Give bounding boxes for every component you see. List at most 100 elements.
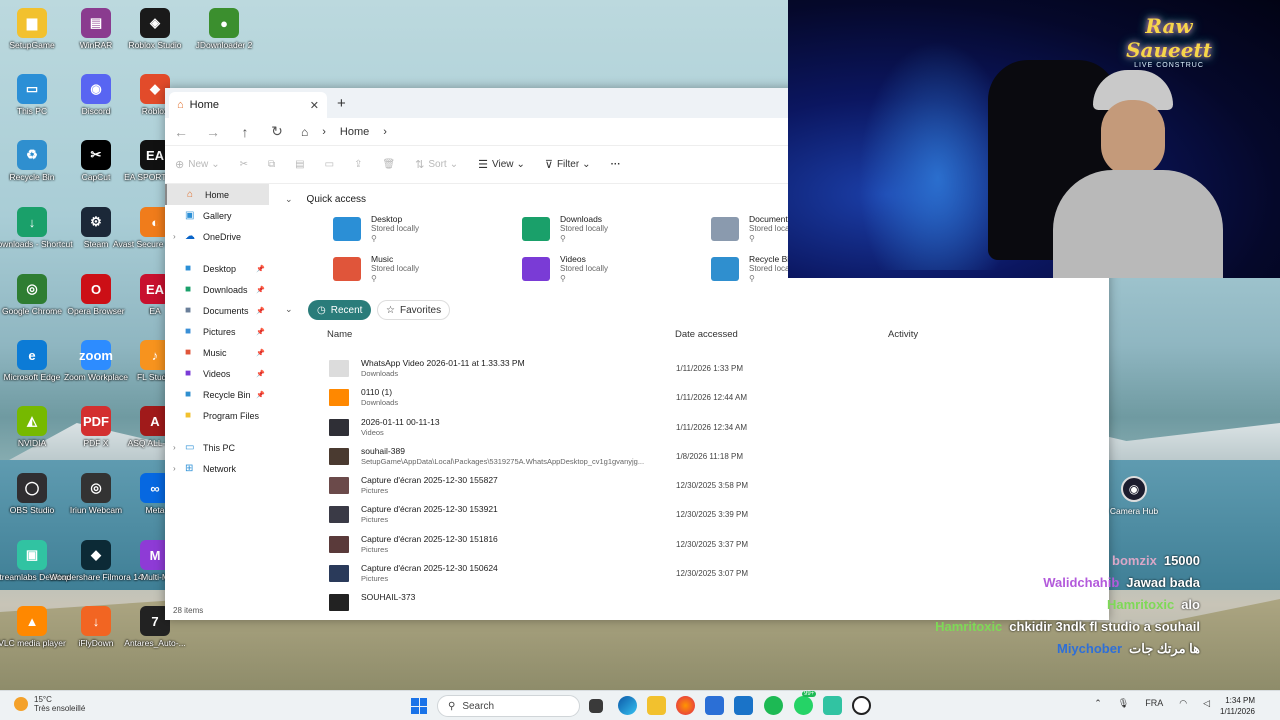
copy-icon[interactable]: ⧉ bbox=[268, 159, 275, 170]
pin-icon[interactable]: 📌 bbox=[256, 307, 265, 315]
outlook-taskbar-icon[interactable] bbox=[734, 696, 753, 715]
desktop-icon-setupgame[interactable]: ▆ SetupGame bbox=[0, 8, 64, 50]
quick-access-header[interactable]: ⌄ Quick access bbox=[285, 194, 366, 205]
desktop-icon-jdownloader-2[interactable]: ● JDownloader 2 bbox=[192, 8, 256, 50]
desktop-icon-nvidia[interactable]: ◭ NVIDIA bbox=[0, 406, 64, 448]
sidebar-item-documents[interactable]: ■ Documents 📌 bbox=[165, 300, 269, 321]
sidebar-item-onedrive[interactable]: › ☁ OneDrive bbox=[165, 226, 269, 247]
pin-icon[interactable]: 📌 bbox=[256, 370, 265, 378]
filter-button[interactable]: ⊽ Filter ⌄ bbox=[545, 158, 591, 171]
sidebar-item-program-files[interactable]: ■ Program Files bbox=[165, 405, 269, 426]
file-row[interactable]: 2026-01-11 00-11-13 Videos 1/11/2026 12:34… bbox=[329, 413, 1089, 442]
column-header-activity[interactable]: Activity bbox=[888, 329, 918, 340]
quick-access-music[interactable]: Music Stored locally ⚲ bbox=[333, 254, 513, 284]
chevron-up-icon[interactable]: ⌃ bbox=[1094, 698, 1102, 709]
desktop-icon-capcut[interactable]: ✂ CapCut bbox=[64, 140, 128, 182]
cut-icon[interactable]: ✂ bbox=[240, 159, 248, 170]
file-row[interactable]: WhatsApp Video 2026-01-11 at 1.33.33 PM D… bbox=[329, 354, 1089, 383]
close-tab-icon[interactable]: ✕ bbox=[310, 99, 319, 112]
sidebar-item-pictures[interactable]: ■ Pictures 📌 bbox=[165, 321, 269, 342]
wifi-icon[interactable]: ◠ bbox=[1179, 698, 1187, 709]
file-row[interactable]: Capture d'écran 2025-12-30 155827 Picture… bbox=[329, 471, 1089, 500]
breadcrumb-chevron-icon[interactable]: › bbox=[383, 126, 387, 138]
favorites-tab[interactable]: ☆ Favorites bbox=[377, 300, 451, 320]
microphone-icon[interactable]: 🎙 bbox=[1118, 698, 1129, 709]
expand-icon[interactable]: › bbox=[173, 464, 185, 473]
desktop-icon-pdf-x[interactable]: PDF PDF X bbox=[64, 406, 128, 448]
pin-icon[interactable]: 📌 bbox=[256, 328, 265, 336]
sidebar-item-gallery[interactable]: ▣ Gallery bbox=[165, 205, 269, 226]
desktop-icon-discord[interactable]: ◉ Discord bbox=[64, 74, 128, 116]
clock[interactable]: 1:34 PM 1/11/2026 bbox=[1220, 695, 1255, 717]
sidebar-item-videos[interactable]: ■ Videos 📌 bbox=[165, 363, 269, 384]
whatsapp-taskbar-icon[interactable]: 99+ bbox=[794, 691, 817, 715]
desktop-icon-opera-browser[interactable]: O Opera Browser bbox=[64, 274, 128, 316]
new-button[interactable]: ⊕ New ⌄ bbox=[175, 158, 220, 171]
store-taskbar-icon[interactable] bbox=[705, 696, 724, 715]
quick-access-videos[interactable]: Videos Stored locally ⚲ bbox=[522, 254, 702, 284]
sidebar-item-home[interactable]: ⌂ Home bbox=[165, 184, 269, 205]
add-tab-button[interactable]: + bbox=[337, 95, 346, 112]
desktop-icon-camera-hub[interactable]: ◉ Camera Hub bbox=[1104, 476, 1164, 516]
desktop-icon-zoom-workplace[interactable]: zoom Zoom Workplace bbox=[64, 340, 128, 382]
sidebar-item-music[interactable]: ■ Music 📌 bbox=[165, 342, 269, 363]
desktop-icon-microsoft-edge[interactable]: e Microsoft Edge bbox=[0, 340, 64, 382]
paste-icon[interactable]: ▤ bbox=[295, 159, 304, 170]
weather-widget[interactable]: 15°C Très ensoleillé bbox=[14, 695, 85, 713]
view-button[interactable]: ☰ View ⌄ bbox=[478, 158, 525, 171]
more-options-button[interactable]: ··· bbox=[611, 159, 621, 170]
expand-icon[interactable]: › bbox=[173, 443, 185, 452]
sidebar-item-recycle-bin[interactable]: ■ Recycle Bin 📌 bbox=[165, 384, 269, 405]
quick-access-desktop[interactable]: Desktop Stored locally ⚲ bbox=[333, 214, 513, 244]
breadcrumb[interactable]: ⌂ › Home › bbox=[301, 125, 401, 139]
desktop-icon-wondershare-filmora-14[interactable]: ◆ Wondershare Filmora 14 bbox=[49, 540, 143, 582]
sidebar-item-this-pc[interactable]: › ▭ This PC bbox=[165, 437, 269, 458]
pin-icon[interactable]: 📌 bbox=[256, 286, 265, 294]
back-button[interactable]: ← bbox=[165, 124, 197, 140]
desktop-icon-winrar[interactable]: ▤ WinRAR bbox=[64, 8, 128, 50]
volume-icon[interactable]: ◁ bbox=[1203, 698, 1210, 709]
edge-taskbar-icon[interactable] bbox=[618, 696, 637, 715]
chevron-down-icon[interactable]: ⌄ bbox=[285, 304, 293, 315]
sidebar-item-downloads[interactable]: ■ Downloads 📌 bbox=[165, 279, 269, 300]
desktop-icon-roblox-studio[interactable]: ◈ Roblox Studio bbox=[123, 8, 187, 50]
column-header-name[interactable]: Name bbox=[327, 329, 352, 340]
forward-button[interactable]: → bbox=[197, 124, 229, 140]
pin-icon[interactable]: 📌 bbox=[256, 391, 265, 399]
spotify-taskbar-icon[interactable] bbox=[764, 696, 783, 715]
share-icon[interactable]: ⇪ bbox=[354, 159, 362, 170]
firefox-taskbar-icon[interactable] bbox=[676, 696, 695, 715]
sidebar-item-desktop[interactable]: ■ Desktop 📌 bbox=[165, 258, 269, 279]
desktop-icon-iflydown[interactable]: ↓ iFlyDown bbox=[64, 606, 128, 648]
column-header-date[interactable]: Date accessed bbox=[675, 329, 738, 340]
desktop-icon-obs-studio[interactable]: ◯ OBS Studio bbox=[0, 473, 64, 515]
recent-tab[interactable]: ◷ Recent bbox=[308, 300, 372, 320]
sidebar-item-network[interactable]: › ⊞ Network bbox=[165, 458, 269, 479]
task-view-icon[interactable] bbox=[589, 699, 603, 713]
quick-access-downloads[interactable]: Downloads Stored locally ⚲ bbox=[522, 214, 702, 244]
taskbar-search[interactable]: ⚲ Search bbox=[437, 695, 580, 717]
desktop-icon-this-pc[interactable]: ▭ This PC bbox=[0, 74, 64, 116]
breadcrumb-home[interactable]: Home bbox=[340, 126, 369, 138]
start-button[interactable] bbox=[411, 698, 427, 714]
expand-icon[interactable]: › bbox=[173, 232, 185, 241]
pin-icon[interactable]: 📌 bbox=[256, 349, 265, 357]
file-row[interactable]: 0110 (1) Downloads 1/11/2026 12:44 AM bbox=[329, 383, 1089, 412]
tab-home[interactable]: ⌂ Home ✕ bbox=[169, 92, 327, 118]
chevron-down-icon[interactable]: ⌄ bbox=[285, 194, 293, 205]
recent-section-toggle[interactable]: ⌄ bbox=[285, 304, 307, 315]
chatgpt-taskbar-icon[interactable] bbox=[852, 696, 871, 715]
desktop-icon-recycle-bin[interactable]: ♻ Recycle Bin bbox=[0, 140, 64, 182]
delete-icon[interactable]: 🗑 bbox=[382, 159, 395, 170]
refresh-button[interactable]: ↻ bbox=[261, 123, 293, 140]
pin-icon[interactable]: 📌 bbox=[256, 265, 265, 273]
sort-button[interactable]: ⇅ Sort ⌄ bbox=[415, 158, 458, 171]
desktop-icon-google-chrome[interactable]: ◎ Google Chrome bbox=[0, 274, 64, 316]
language-indicator[interactable]: FRA bbox=[1145, 698, 1163, 709]
file-row[interactable]: souhail-389 SetupGame\AppData\Local\Packa… bbox=[329, 442, 1089, 471]
streamlabs-taskbar-icon[interactable] bbox=[823, 696, 842, 715]
rename-icon[interactable]: ▭ bbox=[325, 159, 334, 170]
desktop-icon-downloads-shortcut[interactable]: ↓ Downloads - Shortcut bbox=[0, 207, 73, 249]
file-row[interactable]: Capture d'écran 2025-12-30 153921 Picture… bbox=[329, 500, 1089, 529]
desktop-icon-vlc-media-player[interactable]: ▲ VLC media player bbox=[0, 606, 66, 648]
